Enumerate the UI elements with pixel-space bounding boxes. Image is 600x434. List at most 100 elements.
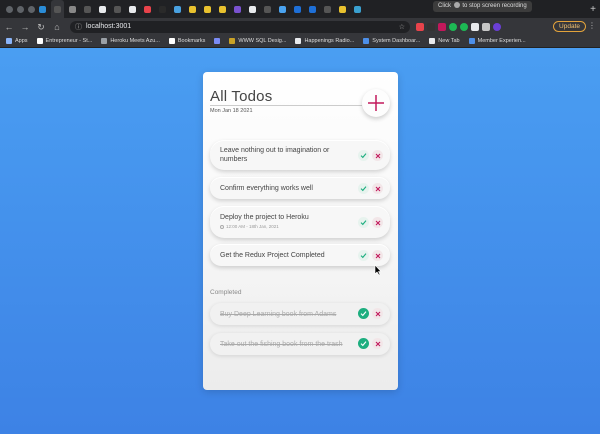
bookmark-favicon-icon bbox=[429, 38, 436, 44]
home-icon[interactable]: ⌂ bbox=[50, 20, 64, 34]
complete-todo-button[interactable] bbox=[358, 250, 369, 261]
todo-item: Get the Redux Project Completed bbox=[210, 244, 390, 266]
check-icon bbox=[360, 186, 367, 192]
tab-favicon-icon bbox=[354, 5, 361, 13]
todo-text: Deploy the project to Heroku bbox=[220, 214, 309, 221]
browser-tab[interactable] bbox=[96, 0, 109, 18]
bookmark-label: Bookmarks bbox=[177, 38, 206, 44]
bookmark-favicon-icon bbox=[214, 38, 221, 44]
browser-tab[interactable] bbox=[261, 0, 274, 18]
browser-tab[interactable] bbox=[36, 0, 49, 18]
completed-todo-item: Take out the fishing book from the trash bbox=[210, 333, 390, 355]
extension-icon[interactable] bbox=[449, 22, 457, 31]
delete-todo-button[interactable] bbox=[372, 338, 383, 349]
browser-tab[interactable] bbox=[111, 0, 124, 18]
bookmark-item[interactable]: Apps bbox=[6, 38, 28, 44]
current-date: Mon Jan 18 2021 bbox=[210, 108, 253, 114]
browser-tab[interactable] bbox=[201, 0, 214, 18]
browser-tab[interactable] bbox=[276, 0, 289, 18]
complete-todo-button[interactable] bbox=[358, 217, 369, 228]
extension-icon[interactable] bbox=[438, 22, 446, 31]
address-bar[interactable]: ⓘ localhost:3001 ☆ bbox=[70, 20, 410, 33]
browser-tab[interactable] bbox=[246, 0, 259, 18]
bookmark-item[interactable]: System Dashboar... bbox=[363, 38, 420, 44]
profile-avatar[interactable] bbox=[493, 22, 501, 31]
browser-tab[interactable] bbox=[291, 0, 304, 18]
browser-tab[interactable] bbox=[336, 0, 349, 18]
delete-todo-button[interactable] bbox=[372, 217, 383, 228]
todo-due-time: 12:00 AM - 18th Jan, 2021 bbox=[220, 224, 279, 229]
bookmark-label: Apps bbox=[15, 38, 28, 44]
tab-favicon-icon bbox=[84, 5, 91, 13]
bookmark-favicon-icon bbox=[363, 38, 370, 44]
bookmark-item[interactable]: Heroku Meets Azu... bbox=[101, 38, 160, 44]
todo-text: Buy Deep Learning book from Adams bbox=[220, 311, 337, 318]
tab-favicon-icon bbox=[204, 5, 211, 13]
browser-tab[interactable] bbox=[306, 0, 319, 18]
browser-tab[interactable] bbox=[186, 0, 199, 18]
update-button[interactable]: Update bbox=[553, 21, 586, 32]
bookmark-item[interactable]: Bookmarks bbox=[168, 38, 206, 44]
bookmark-favicon-icon bbox=[36, 38, 43, 44]
extension-icon[interactable] bbox=[471, 22, 479, 31]
page-background: All Todos Mon Jan 18 2021 Leave nothing … bbox=[0, 48, 600, 434]
completed-check-button[interactable] bbox=[358, 308, 369, 319]
tab-favicon-icon bbox=[129, 5, 136, 13]
bookmark-label: New Tab bbox=[438, 38, 460, 44]
extension-icons bbox=[416, 22, 501, 31]
window-controls[interactable] bbox=[6, 5, 36, 13]
complete-todo-button[interactable] bbox=[358, 150, 369, 161]
bookmark-favicon-icon bbox=[468, 38, 475, 44]
complete-todo-button[interactable] bbox=[358, 183, 369, 194]
bookmark-item[interactable]: Entrepreneur - St... bbox=[36, 38, 93, 44]
close-icon bbox=[375, 153, 380, 158]
browser-tab[interactable] bbox=[51, 0, 64, 18]
bookmark-label: Entrepreneur - St... bbox=[45, 38, 93, 44]
stop-recording-icon[interactable] bbox=[453, 2, 460, 8]
bookmark-star-icon[interactable]: ☆ bbox=[399, 23, 405, 31]
delete-todo-button[interactable] bbox=[372, 183, 383, 194]
browser-tab[interactable] bbox=[66, 0, 79, 18]
back-icon[interactable]: ← bbox=[2, 20, 16, 34]
reload-icon[interactable]: ↻ bbox=[34, 20, 48, 34]
browser-tab[interactable] bbox=[141, 0, 154, 18]
delete-todo-button[interactable] bbox=[372, 150, 383, 161]
bookmark-item[interactable]: New Tab bbox=[429, 38, 460, 44]
browser-tab[interactable] bbox=[351, 0, 364, 18]
bookmark-item[interactable] bbox=[214, 38, 221, 44]
bookmark-item[interactable]: WWW SQL Desig... bbox=[229, 38, 286, 44]
browser-tab[interactable] bbox=[81, 0, 94, 18]
check-icon bbox=[360, 220, 367, 226]
tab-favicon-icon bbox=[144, 5, 151, 13]
tab-favicon-icon bbox=[69, 5, 76, 13]
browser-tab[interactable] bbox=[126, 0, 139, 18]
browser-tab[interactable] bbox=[156, 0, 169, 18]
browser-tab[interactable] bbox=[231, 0, 244, 18]
site-info-icon[interactable]: ⓘ bbox=[75, 22, 82, 32]
new-tab-button[interactable]: + bbox=[586, 4, 600, 15]
bookmark-item[interactable]: Happenings Radio... bbox=[295, 38, 354, 44]
tab-favicon-icon bbox=[279, 5, 286, 13]
tab-favicon-icon bbox=[114, 5, 121, 13]
page-title: All Todos bbox=[210, 88, 273, 105]
browser-tab[interactable] bbox=[321, 0, 334, 18]
tab-favicon-icon bbox=[324, 5, 331, 13]
bookmark-item[interactable]: Member Experien... bbox=[468, 38, 526, 44]
close-icon bbox=[375, 186, 380, 191]
delete-todo-button[interactable] bbox=[372, 308, 383, 319]
completed-check-button[interactable] bbox=[358, 338, 369, 349]
todo-text: Leave nothing out to imagination or numb… bbox=[220, 147, 330, 163]
browser-tab[interactable] bbox=[216, 0, 229, 18]
menu-kebab-icon[interactable]: ⋮ bbox=[588, 21, 596, 30]
extensions-puzzle-icon[interactable] bbox=[482, 22, 490, 31]
tab-favicon-icon bbox=[159, 5, 166, 13]
browser-tab[interactable] bbox=[171, 0, 184, 18]
add-todo-button[interactable] bbox=[362, 89, 390, 117]
extension-icon[interactable] bbox=[427, 22, 435, 31]
extension-icon[interactable] bbox=[416, 22, 424, 31]
check-icon bbox=[360, 311, 367, 317]
extension-icon[interactable] bbox=[460, 22, 468, 31]
delete-todo-button[interactable] bbox=[372, 250, 383, 261]
forward-icon[interactable]: → bbox=[18, 20, 32, 34]
todo-text: Get the Redux Project Completed bbox=[220, 252, 325, 259]
